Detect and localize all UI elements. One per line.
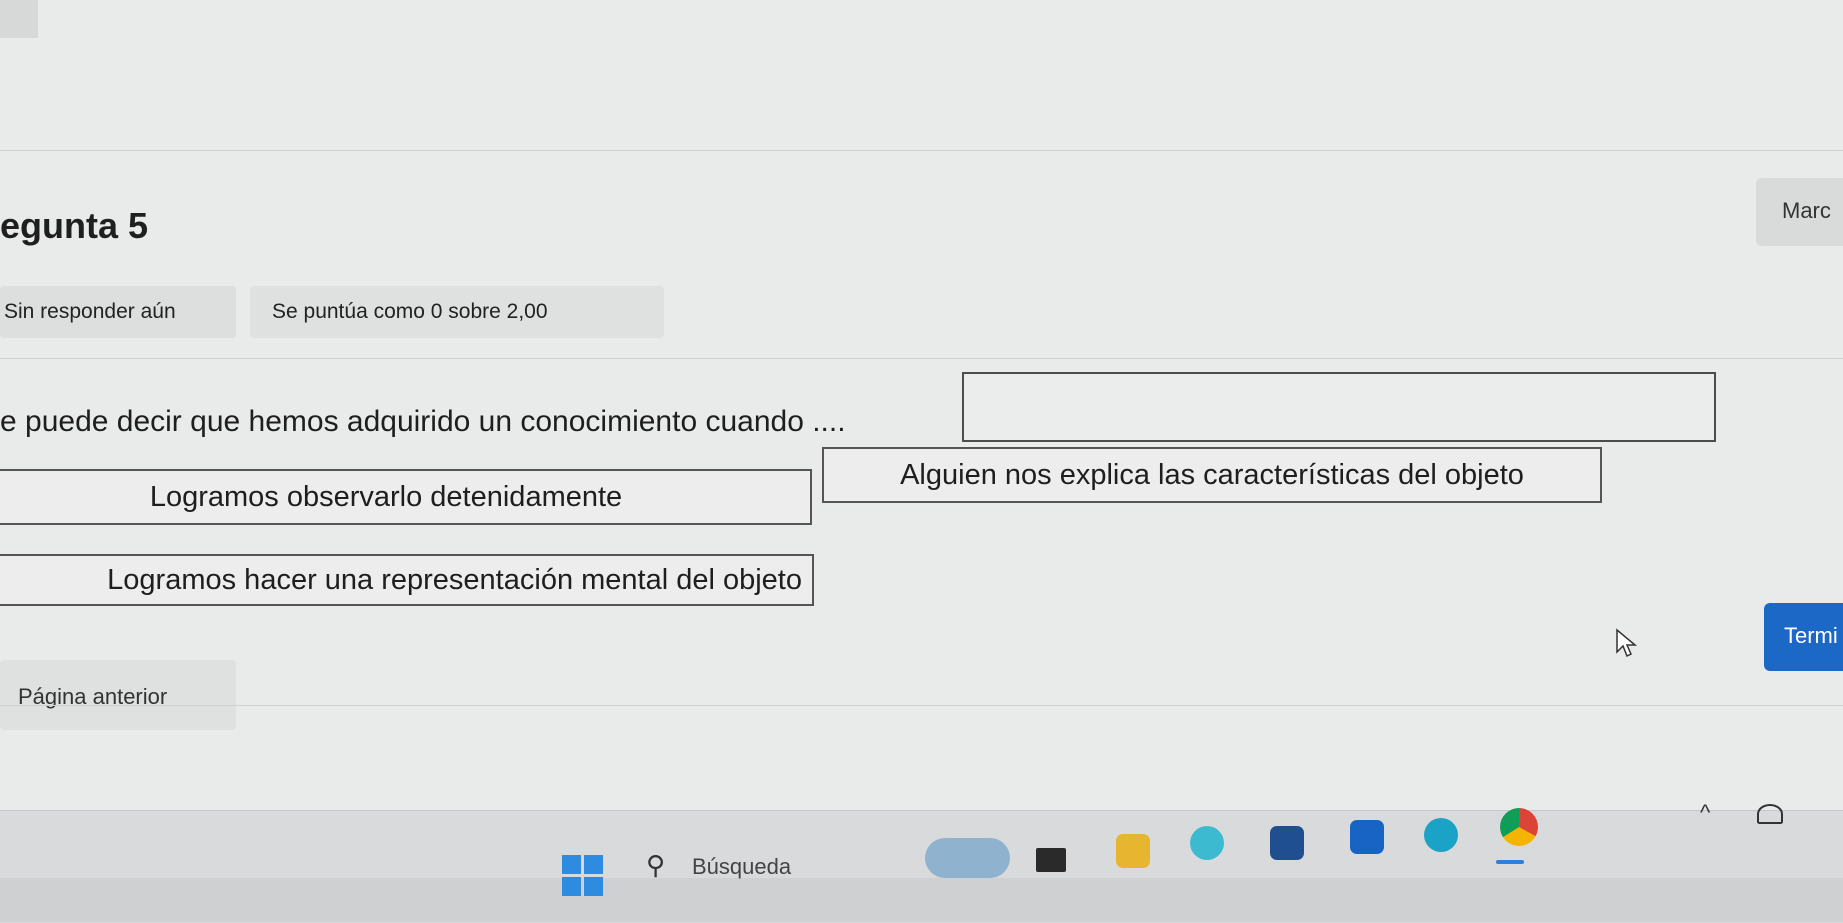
drag-option-3[interactable]: Logramos hacer una representación mental… xyxy=(0,554,814,606)
divider-bottom xyxy=(0,705,1843,706)
file-explorer-icon[interactable] xyxy=(1116,834,1150,868)
finish-button-label: Termi xyxy=(1784,623,1838,648)
taskbar-search-placeholder: Búsqueda xyxy=(692,854,792,879)
task-view-icon[interactable] xyxy=(1036,848,1066,872)
taskbar-search[interactable]: ⚲ Búsqueda xyxy=(630,840,930,890)
outlook-icon[interactable] xyxy=(1350,820,1384,854)
edge-browser-icon[interactable] xyxy=(1424,818,1458,852)
drag-option-1[interactable]: Logramos observarlo detenidamente xyxy=(0,469,812,525)
windows-start-icon[interactable] xyxy=(562,855,604,897)
finish-attempt-button[interactable]: Termi xyxy=(1764,603,1843,671)
previous-page-button[interactable]: Página anterior xyxy=(0,660,236,730)
divider-top xyxy=(0,150,1843,151)
flag-question-button[interactable]: Marc xyxy=(1756,178,1843,246)
copilot-icon[interactable] xyxy=(1190,826,1224,860)
chrome-browser-icon[interactable] xyxy=(1500,808,1538,846)
search-icon: ⚲ xyxy=(646,850,666,880)
answer-status-badge: Sin responder aún xyxy=(0,286,236,338)
answer-drop-zone[interactable] xyxy=(962,372,1716,442)
notifications-icon[interactable] xyxy=(1757,804,1783,824)
drag-option-1-label: Logramos observarlo detenidamente xyxy=(149,480,623,513)
drag-option-2-label: Alguien nos explica las características … xyxy=(900,458,1524,491)
flag-button-label: Marc xyxy=(1782,198,1831,223)
store-icon[interactable] xyxy=(1270,826,1304,860)
top-left-tile xyxy=(0,0,38,38)
mouse-cursor-icon xyxy=(1616,628,1638,658)
score-badge: Se puntúa como 0 sobre 2,00 xyxy=(250,286,664,338)
question-number: egunta 5 xyxy=(0,205,149,246)
tray-chevron-icon[interactable]: ^ xyxy=(1700,800,1710,826)
previous-page-label: Página anterior xyxy=(18,684,168,709)
drag-option-2[interactable]: Alguien nos explica las características … xyxy=(822,447,1602,503)
active-app-indicator xyxy=(1496,860,1524,864)
divider-middle xyxy=(0,358,1843,359)
drag-option-3-label: Logramos hacer una representación mental… xyxy=(107,563,802,596)
weather-widget-icon[interactable] xyxy=(925,838,1010,878)
question-text: e puede decir que hemos adquirido un con… xyxy=(0,405,846,438)
